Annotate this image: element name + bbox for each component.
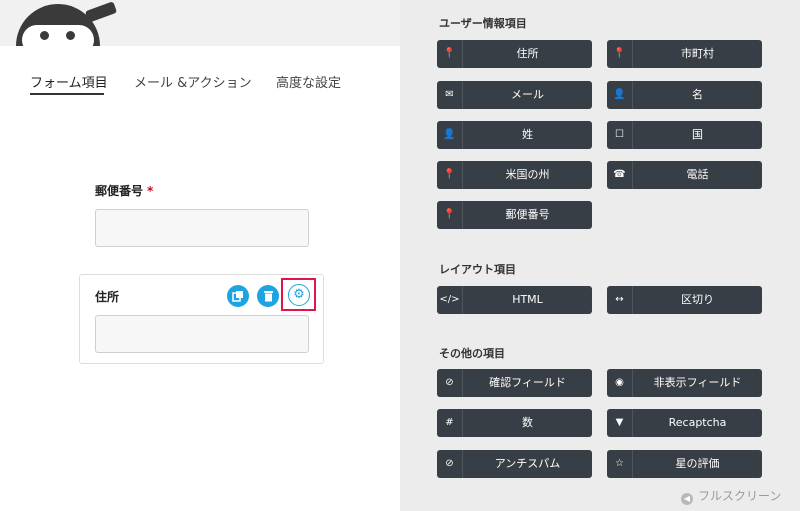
form-editor-panel: フォーム項目 メール &アクション 高度な設定 郵便番号 * 住所 ⚙ bbox=[0, 0, 400, 511]
field-button-label: 住所 bbox=[516, 47, 539, 60]
map-pin-icon: 📍 bbox=[437, 201, 463, 229]
gear-icon: ⚙ bbox=[293, 287, 305, 302]
field-button-divider[interactable]: ↔ 区切り bbox=[607, 286, 762, 314]
field-button-label: Recaptcha bbox=[668, 416, 727, 429]
section-title-user-info: ユーザー情報項目 bbox=[439, 17, 527, 30]
field-button-label: 市町村 bbox=[681, 47, 714, 60]
field-button-label: 区切り bbox=[681, 293, 714, 306]
field-button-recaptcha[interactable]: ▼ Recaptcha bbox=[607, 409, 762, 437]
required-mark: * bbox=[147, 184, 154, 198]
field-button-last-name[interactable]: 👤 姓 bbox=[437, 121, 592, 149]
trash-icon bbox=[263, 291, 273, 302]
field-button-address[interactable]: 📍 住所 bbox=[437, 40, 592, 68]
square-icon: ☐ bbox=[607, 121, 633, 149]
field-button-star-rating[interactable]: ☆ 星の評価 bbox=[607, 450, 762, 478]
field-button-confirm-field[interactable]: ⊘ 確認フィールド bbox=[437, 369, 592, 397]
fullscreen-toggle[interactable]: ◀ フルスクリーン bbox=[681, 487, 781, 505]
star-icon: ☆ bbox=[607, 450, 633, 478]
tab-email-actions[interactable]: メール &アクション bbox=[134, 72, 252, 91]
phone-icon: ☎ bbox=[607, 161, 633, 189]
field-button-phone[interactable]: ☎ 電話 bbox=[607, 161, 762, 189]
postal-code-label-text: 郵便番号 bbox=[95, 184, 144, 198]
postal-code-input[interactable] bbox=[95, 209, 309, 247]
user-icon: 👤 bbox=[437, 121, 463, 149]
field-button-email[interactable]: ✉ メール bbox=[437, 81, 592, 109]
field-button-hidden-field[interactable]: ◉ 非表示フィールド bbox=[607, 369, 762, 397]
hash-icon: # bbox=[437, 409, 463, 437]
section-title-other: その他の項目 bbox=[439, 347, 505, 360]
fullscreen-label: フルスクリーン bbox=[698, 489, 782, 503]
field-button-city[interactable]: 📍 市町村 bbox=[607, 40, 762, 68]
address-field-label: 住所 bbox=[95, 290, 120, 304]
field-button-html[interactable]: </> HTML bbox=[437, 286, 592, 314]
tab-form-fields[interactable]: フォーム項目 bbox=[30, 72, 108, 91]
field-button-country[interactable]: ☐ 国 bbox=[607, 121, 762, 149]
field-button-label: 米国の州 bbox=[505, 168, 550, 181]
field-button-label: 数 bbox=[522, 416, 533, 429]
field-button-label: HTML bbox=[512, 293, 543, 306]
section-title-layout: レイアウト項目 bbox=[439, 263, 516, 276]
field-button-number[interactable]: # 数 bbox=[437, 409, 592, 437]
delete-button[interactable] bbox=[257, 285, 279, 307]
field-button-postal-code[interactable]: 📍 郵便番号 bbox=[437, 201, 592, 229]
field-button-label: 星の評価 bbox=[675, 457, 720, 470]
field-button-label: 名 bbox=[692, 88, 703, 101]
ninja-logo bbox=[8, 0, 118, 46]
field-button-us-state[interactable]: 📍 米国の州 bbox=[437, 161, 592, 189]
field-button-label: 郵便番号 bbox=[505, 208, 550, 221]
field-button-antispam[interactable]: ⊘ アンチスパム bbox=[437, 450, 592, 478]
field-button-label: メール bbox=[511, 88, 544, 101]
map-pin-icon: 📍 bbox=[437, 40, 463, 68]
ban-icon: ⊘ bbox=[437, 450, 463, 478]
horizontal-arrows-icon: ↔ bbox=[607, 286, 633, 314]
field-button-label: 確認フィールド bbox=[489, 376, 566, 389]
tab-advanced-settings[interactable]: 高度な設定 bbox=[276, 72, 341, 91]
duplicate-button[interactable] bbox=[227, 285, 249, 307]
field-button-first-name[interactable]: 👤 名 bbox=[607, 81, 762, 109]
field-palette-panel: ユーザー情報項目 📍 住所 📍 市町村 ✉ メール 👤 名 👤 姓 ☐ 国 📍 … bbox=[400, 0, 800, 511]
field-button-label: 国 bbox=[692, 128, 703, 141]
duplicate-icon bbox=[232, 291, 243, 302]
eye-slash-icon: ◉ bbox=[607, 369, 633, 397]
map-pin-icon: 📍 bbox=[437, 161, 463, 189]
field-button-label: 電話 bbox=[686, 168, 709, 181]
map-pin-icon: 📍 bbox=[607, 40, 633, 68]
postal-code-field-label: 郵便番号 * bbox=[95, 182, 153, 199]
envelope-icon: ✉ bbox=[437, 81, 463, 109]
active-tab-indicator bbox=[30, 93, 104, 95]
settings-highlight: ⚙ bbox=[281, 278, 316, 311]
field-button-label: 姓 bbox=[522, 128, 533, 141]
address-input[interactable] bbox=[95, 315, 309, 353]
arrow-left-circle-icon: ◀ bbox=[681, 493, 693, 505]
user-icon: 👤 bbox=[607, 81, 633, 109]
field-button-label: アンチスパム bbox=[494, 457, 561, 470]
filter-icon: ▼ bbox=[607, 409, 633, 437]
code-icon: </> bbox=[437, 286, 463, 314]
check-circle-icon: ⊘ bbox=[437, 369, 463, 397]
field-button-label: 非表示フィールド bbox=[653, 376, 742, 389]
settings-button[interactable]: ⚙ bbox=[288, 284, 310, 306]
